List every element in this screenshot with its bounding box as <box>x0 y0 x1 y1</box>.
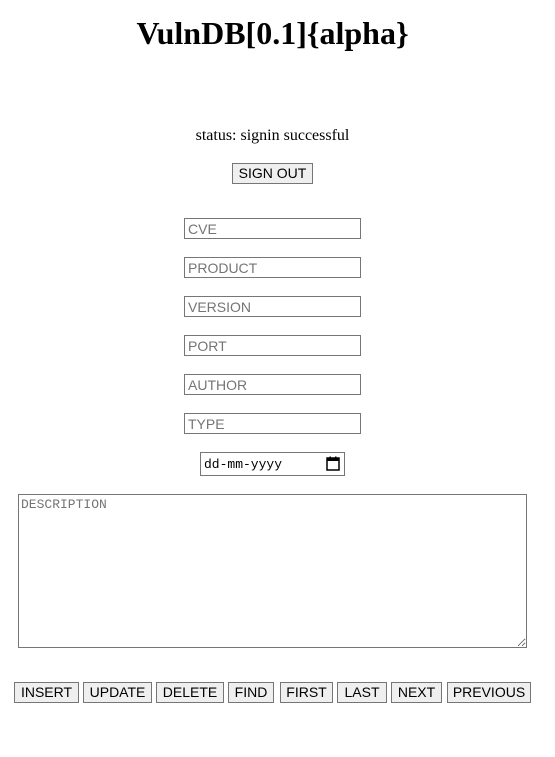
find-button[interactable]: FIND <box>228 682 274 703</box>
version-input[interactable] <box>184 296 361 317</box>
cve-input[interactable] <box>184 218 361 239</box>
author-input[interactable] <box>184 374 361 395</box>
status-message: status: signin successful <box>195 127 350 144</box>
description-textarea[interactable] <box>18 494 527 648</box>
sign-out-button[interactable]: SIGN OUT <box>232 163 313 184</box>
product-input[interactable] <box>184 257 361 278</box>
update-button[interactable]: UPDATE <box>83 682 152 703</box>
page-title: VulnDB[0.1]{alpha} <box>136 15 409 51</box>
calendar-icon[interactable] <box>326 456 340 471</box>
last-button[interactable]: LAST <box>337 682 387 703</box>
port-input[interactable] <box>184 335 361 356</box>
type-input[interactable] <box>184 413 361 434</box>
date-input[interactable]: dd-mm-yyyy <box>200 452 345 476</box>
first-button[interactable]: FIRST <box>280 682 333 703</box>
insert-button[interactable]: INSERT <box>14 682 79 703</box>
previous-button[interactable]: PREVIOUS <box>447 682 531 703</box>
next-button[interactable]: NEXT <box>391 682 442 703</box>
delete-button[interactable]: DELETE <box>156 682 224 703</box>
date-placeholder: dd-mm-yyyy <box>204 457 283 472</box>
